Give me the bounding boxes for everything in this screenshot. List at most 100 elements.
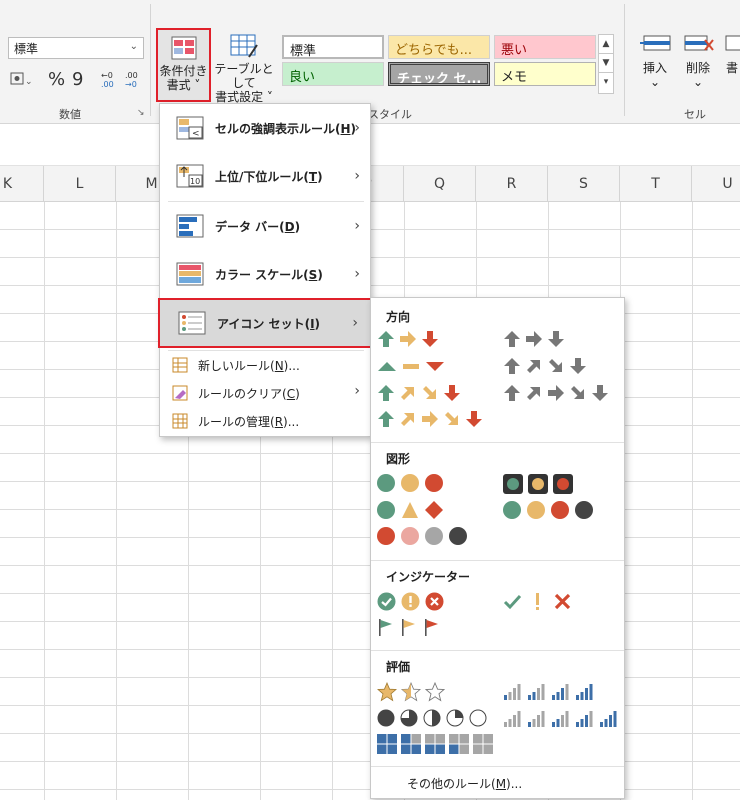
icon-sets-icon xyxy=(178,311,206,335)
insert-cells-icon xyxy=(640,35,671,51)
data-bars-label: データ バー( xyxy=(215,219,285,234)
amber-flag-icon xyxy=(402,619,415,636)
iconset-3-symbols[interactable] xyxy=(503,592,572,611)
number-format-select[interactable]: 標準 ⌄ xyxy=(8,37,144,59)
column-header[interactable]: R xyxy=(476,166,548,202)
delete-cells-icon xyxy=(684,35,714,51)
svg-text:.00: .00 xyxy=(125,71,138,80)
percent-button[interactable]: % xyxy=(48,68,65,90)
menu-item-top-bottom-rules[interactable]: 10 上位/下位ルール(T) › xyxy=(160,152,370,200)
menu-item-color-scales[interactable]: カラー スケール(S) › xyxy=(160,250,370,298)
iconset-3-traffic-lights[interactable] xyxy=(377,474,443,492)
style-check-label: チェック セ... xyxy=(397,72,482,86)
format-cells-button[interactable]: 書 xyxy=(722,32,740,75)
signal-3-icon xyxy=(576,711,593,727)
accounting-format-button[interactable]: ⌄ xyxy=(10,68,32,90)
menu-item-clear-rules[interactable]: ルールのクリア(C) › xyxy=(160,380,370,406)
column-header[interactable]: T xyxy=(620,166,692,202)
iconset-5-arrows-colored[interactable] xyxy=(377,410,483,428)
chevron-down-icon: ⌄ xyxy=(692,75,704,89)
highlight-rules-label: セルの強調表示ルール( xyxy=(215,121,341,136)
clear-rules-label: ルールのクリア( xyxy=(198,387,287,401)
iconset-3-traffic-lights-rimmed[interactable] xyxy=(503,474,573,494)
decrease-decimal-button[interactable]: .00 →0 xyxy=(124,68,144,90)
green-circle-icon xyxy=(377,501,395,519)
svg-text:⌄: ⌄ xyxy=(25,77,32,87)
comma-button[interactable]: 9 xyxy=(72,68,83,90)
increase-decimal-icon: ←0.00 xyxy=(101,71,114,89)
arrow-down-right-icon xyxy=(549,359,562,372)
increase-decimal-button[interactable]: ←0.00 xyxy=(100,68,120,90)
divider xyxy=(371,650,624,651)
menu-item-new-rule[interactable]: 新しいルール(N)... xyxy=(160,352,370,378)
menu-item-icon-sets[interactable]: アイコン セット(I) › xyxy=(158,298,372,348)
signal-3-icon xyxy=(552,684,569,700)
column-header[interactable]: U xyxy=(692,166,740,202)
arrow-up-icon xyxy=(504,358,520,374)
arrow-up-right-icon xyxy=(527,360,540,373)
style-normal[interactable]: 標準 xyxy=(282,35,384,59)
check-icon xyxy=(503,594,522,610)
column-header[interactable]: L xyxy=(44,166,116,202)
iconset-5-boxes[interactable] xyxy=(377,734,493,754)
svg-text:.00: .00 xyxy=(101,80,114,89)
label-close: )... xyxy=(283,415,300,429)
section-shapes: 図形 xyxy=(386,452,411,466)
gray-circle-icon xyxy=(425,527,443,545)
iconset-3-arrows-colored[interactable] xyxy=(377,330,439,348)
menu-item-highlight-rules[interactable]: < セルの強調表示ルール(H) › xyxy=(160,104,370,152)
menu-item-manage-rules[interactable]: ルールの管理(R)... xyxy=(160,408,370,434)
quarter-one-icon xyxy=(446,709,464,727)
exclamation-circle-icon xyxy=(401,592,420,611)
divider xyxy=(624,4,625,116)
iconset-4-arrows-gray[interactable] xyxy=(503,357,587,375)
style-bad-label: 悪い xyxy=(501,43,528,58)
conditional-formatting-icon xyxy=(171,36,196,60)
style-check-cell[interactable]: チェック セ... xyxy=(388,62,490,86)
insert-button[interactable]: 挿入 ⌄ xyxy=(632,32,678,89)
iconset-4-ratings[interactable] xyxy=(503,682,594,701)
conditional-formatting-button[interactable]: 条件付き 書式 ˅ xyxy=(156,28,211,102)
iconset-4-traffic-lights[interactable] xyxy=(503,501,593,519)
style-good[interactable]: 良い xyxy=(282,62,384,86)
red-circle-icon xyxy=(377,527,395,545)
iconset-3-signs[interactable] xyxy=(377,501,443,519)
pink-circle-icon xyxy=(401,527,419,545)
iconset-3-arrows-gray[interactable] xyxy=(503,330,565,348)
percent-label: % xyxy=(48,68,66,90)
divider xyxy=(168,350,364,351)
svg-text:<: < xyxy=(192,129,200,139)
iconset-3-symbols-circled[interactable] xyxy=(377,592,444,611)
column-header[interactable]: S xyxy=(548,166,620,202)
format-label: 書 xyxy=(725,61,738,75)
iconset-4-arrows-colored[interactable] xyxy=(377,384,461,402)
style-bad[interactable]: 悪い xyxy=(494,35,596,59)
style-neutral[interactable]: どちらでも... xyxy=(388,35,490,59)
arrow-up-icon xyxy=(378,331,394,347)
style-memo[interactable]: メモ xyxy=(494,62,596,86)
style-normal-label: 標準 xyxy=(290,44,317,59)
label-close: ) xyxy=(294,219,301,234)
column-header[interactable]: K xyxy=(0,166,44,202)
arrow-right-icon xyxy=(400,331,416,347)
chevron-right-icon: › xyxy=(354,266,360,282)
iconset-4-red-to-black[interactable] xyxy=(377,527,467,545)
arrow-up-icon xyxy=(378,411,394,427)
iconset-5-ratings[interactable] xyxy=(503,709,618,728)
dialog-launcher-icon[interactable]: ↘ xyxy=(137,108,145,118)
iconset-3-flags[interactable] xyxy=(377,618,439,636)
gallery-up-icon[interactable]: ▲ xyxy=(598,34,614,54)
more-rules-item[interactable]: その他のルール(M)... xyxy=(407,775,522,792)
gallery-more-icon[interactable]: ▾ xyxy=(598,72,614,94)
menu-item-data-bars[interactable]: データ バー(D) › xyxy=(160,202,370,250)
iconset-3-stars[interactable] xyxy=(377,682,445,702)
iconset-3-triangles[interactable] xyxy=(377,357,445,375)
column-header[interactable]: Q xyxy=(404,166,476,202)
iconset-5-quarters[interactable] xyxy=(377,709,487,727)
delete-button[interactable]: 削除 ⌄ xyxy=(678,32,718,89)
format-as-table-button[interactable]: テーブルとして 書式設定 ˅ xyxy=(212,30,276,104)
cf-label-1: 条件付き xyxy=(159,64,208,78)
gallery-down-icon[interactable]: ▼ xyxy=(598,53,614,73)
iconset-5-arrows-gray[interactable] xyxy=(503,384,609,402)
group-label-number: 数値 xyxy=(59,108,81,121)
